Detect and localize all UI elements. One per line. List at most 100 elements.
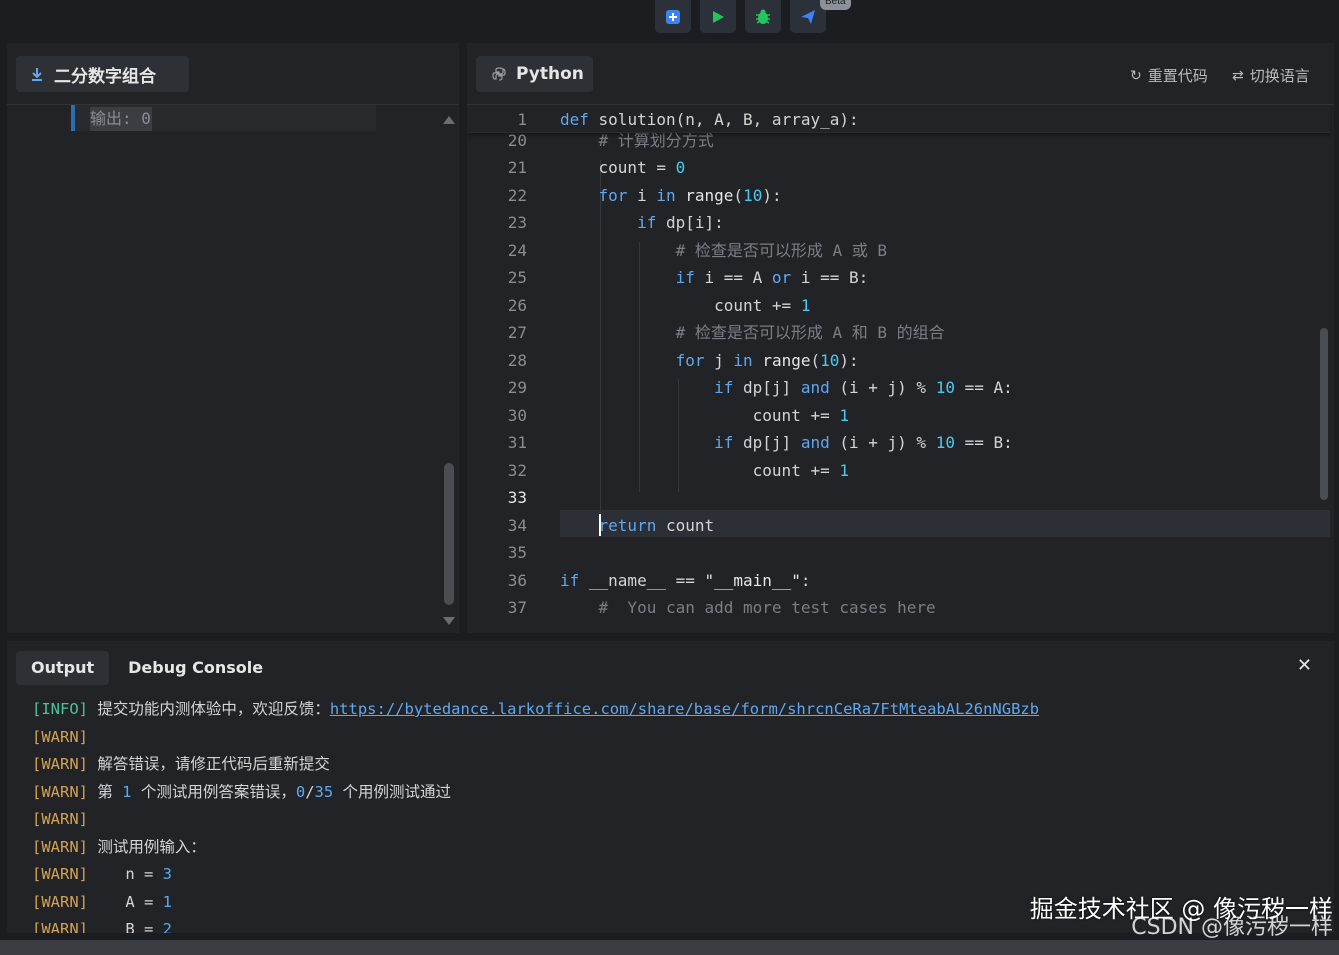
log-level: [WARN]: [32, 892, 88, 911]
status-bar: [0, 940, 1339, 955]
code-text: for j in range(10):: [675, 350, 859, 370]
close-icon[interactable]: ✕: [1297, 655, 1312, 676]
switch-language-button[interactable]: ⇄ 切换语言: [1232, 65, 1310, 86]
console-panel: Output Debug Console ✕ [INFO] 提交功能内测体验中，…: [7, 641, 1334, 933]
code-line[interactable]: 26 count += 1: [467, 292, 1334, 319]
code-line[interactable]: 29 if dp[j] and (i + j) % 10 == A:: [467, 374, 1334, 401]
code-text: # You can add more test cases here: [598, 598, 936, 617]
code-line[interactable]: 28 for j in range(10):: [467, 347, 1334, 374]
editor-scrollbar[interactable]: [1320, 328, 1328, 500]
code-text: if dp[j] and (i + j) % 10 == A:: [714, 378, 1013, 397]
log-row: [WARN]: [32, 724, 1039, 752]
swap-icon: ⇄: [1232, 67, 1244, 84]
debug-button[interactable]: [745, 0, 781, 33]
line-number: 25: [507, 268, 527, 287]
code-line[interactable]: 30 count += 1: [467, 402, 1334, 429]
line-number: 21: [507, 158, 527, 177]
log-level: [WARN]: [32, 755, 88, 773]
language-label: Python: [516, 64, 584, 84]
code-line[interactable]: 36 if __name__ == "__main__":: [467, 567, 1334, 594]
code-line[interactable]: 21 count = 0: [467, 154, 1334, 181]
code-line[interactable]: 22 for i in range(10):: [467, 182, 1334, 209]
problem-title: 二分数字组合: [54, 66, 156, 87]
line-number: 35: [507, 543, 527, 562]
left-scrollbar[interactable]: [444, 463, 454, 605]
log-message: 第 1 个测试用例答案错误，0/35 个用例测试通过: [88, 782, 452, 801]
scroll-down-arrow-icon[interactable]: [443, 617, 455, 625]
log-message: A = 1: [88, 892, 172, 911]
code-line[interactable]: 33: [467, 484, 1334, 511]
output-line: 输出: 0: [71, 105, 376, 131]
code-line[interactable]: 35: [467, 539, 1334, 566]
code-line[interactable]: 37 # You can add more test cases here: [467, 594, 1334, 621]
code-line[interactable]: 27 # 检查是否可以形成 A 和 B 的组合: [467, 319, 1334, 346]
plus-square-icon: [666, 9, 680, 24]
log-row: [WARN] n = 3: [32, 861, 1039, 889]
language-tab[interactable]: Python: [476, 56, 593, 92]
editor-header: Python ↻ 重置代码 ⇄ 切换语言: [467, 43, 1334, 105]
sticky-line-number: 1: [517, 110, 527, 129]
python-icon: [492, 67, 506, 81]
sticky-scroll-header[interactable]: 1 def solution(n, A, B, array_a):: [467, 106, 1330, 133]
code-text: if dp[i]:: [637, 213, 724, 232]
log-message: B = 2: [88, 920, 172, 933]
log-row: [WARN] 测试用例输入：: [32, 834, 1039, 862]
code-text: for i in range(10):: [598, 185, 782, 205]
line-number: 30: [507, 405, 527, 425]
run-toolbar: Beta: [0, 0, 1339, 42]
add-button[interactable]: [655, 0, 691, 33]
log-row: [WARN] 第 1 个测试用例答案错误，0/35 个用例测试通过: [32, 779, 1039, 807]
feedback-link[interactable]: https://bytedance.larkoffice.com/share/b…: [330, 700, 1039, 718]
code-line[interactable]: 24 # 检查是否可以形成 A 或 B: [467, 237, 1334, 264]
line-number: 27: [507, 323, 527, 342]
code-text: if __name__ == "__main__":: [560, 570, 811, 590]
problem-header: 二分数字组合: [7, 43, 459, 105]
line-number: 29: [507, 378, 527, 397]
code-line[interactable]: 32 count += 1: [467, 457, 1334, 484]
code-text: count = 0: [560, 158, 686, 177]
line-number: 26: [507, 295, 527, 315]
watermark: 掘金技术社区 @ 像污秽一样 CSDN @像污秽一样: [1030, 896, 1333, 941]
code-text: if dp[j] and (i + j) % 10 == B:: [714, 433, 1013, 452]
log-message: 提交功能内测体验中，欢迎反馈：: [88, 700, 330, 718]
problem-tab[interactable]: 二分数字组合: [16, 56, 189, 92]
log-level: [INFO]: [32, 700, 88, 718]
output-marker: [71, 105, 75, 131]
text-cursor: [599, 514, 601, 536]
code-line[interactable]: 31 if dp[j] and (i + j) % 10 == B:: [467, 429, 1334, 456]
line-number: 36: [507, 570, 527, 590]
log-message: 解答错误，请修正代码后重新提交: [88, 755, 330, 773]
code-line[interactable]: 34 return count: [467, 512, 1334, 539]
line-number: 23: [507, 213, 527, 232]
code-area[interactable]: 1920 # 计算划分方式21 count = 022 for i in ran…: [467, 106, 1334, 633]
tab-output[interactable]: Output: [16, 651, 110, 685]
log-level: [WARN]: [32, 727, 88, 746]
refresh-icon: ↻: [1130, 67, 1142, 84]
scroll-up-arrow-icon[interactable]: [443, 116, 455, 124]
code-text: count += 1: [560, 405, 849, 425]
code-editor-panel: Python ↻ 重置代码 ⇄ 切换语言 1920 # 计算划分方式21 cou…: [467, 43, 1334, 633]
line-number: 32: [507, 460, 527, 480]
beta-badge: Beta: [820, 0, 851, 10]
run-button[interactable]: [700, 0, 736, 33]
code-text: return count: [598, 515, 715, 535]
code-line[interactable]: 25 if i == A or i == B:: [467, 264, 1334, 291]
code-text: if i == A or i == B:: [675, 268, 869, 287]
sticky-code: def solution(n, A, B, array_a):: [560, 110, 859, 129]
code-text: count += 1: [560, 460, 849, 480]
log-row: [INFO] 提交功能内测体验中，欢迎反馈：https://bytedance.…: [32, 696, 1039, 724]
reset-code-label: 重置代码: [1147, 67, 1208, 85]
line-number: 37: [507, 598, 527, 617]
line-number: 31: [507, 433, 527, 452]
download-icon: [32, 68, 42, 81]
send-icon: [801, 9, 815, 24]
log-row: [WARN] B = 2: [32, 916, 1039, 933]
reset-code-button[interactable]: ↻ 重置代码: [1130, 65, 1208, 86]
line-number: 28: [507, 350, 527, 370]
console-log: [INFO] 提交功能内测体验中，欢迎反馈：https://bytedance.…: [32, 696, 1039, 933]
code-text: count += 1: [560, 295, 811, 315]
code-line[interactable]: 23 if dp[i]:: [467, 209, 1334, 236]
code-text: # 检查是否可以形成 A 或 B: [675, 240, 888, 260]
log-row: [WARN] 解答错误，请修正代码后重新提交: [32, 751, 1039, 779]
tab-debug-console[interactable]: Debug Console: [113, 651, 278, 685]
